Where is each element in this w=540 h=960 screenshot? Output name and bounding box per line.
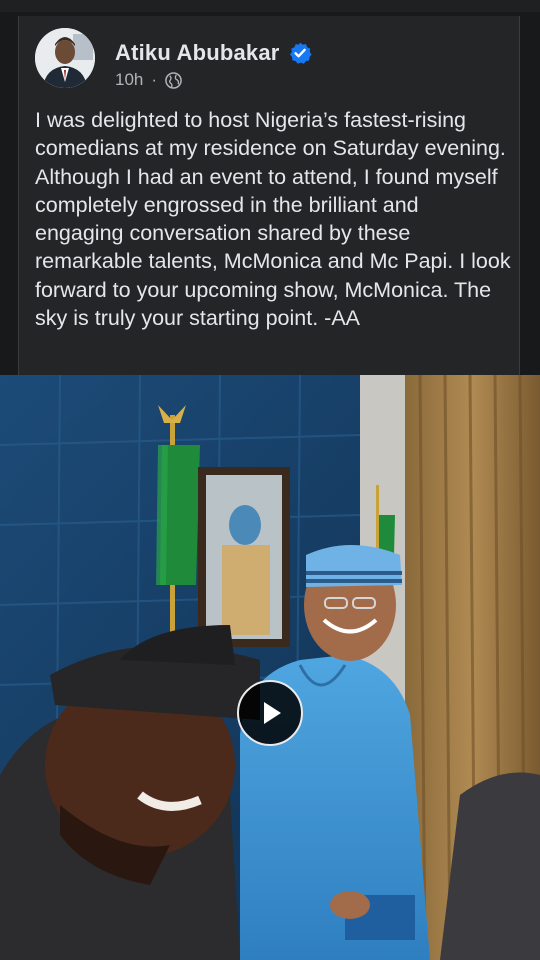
post-card: Atiku Abubakar 10h · I was delighted to … [18, 16, 520, 375]
author-name[interactable]: Atiku Abubakar [115, 40, 280, 66]
post-text: I was delighted to host Nigeria’s fastes… [35, 108, 511, 331]
avatar-photo [35, 28, 95, 88]
globe-icon[interactable] [165, 71, 182, 89]
post-video[interactable] [0, 375, 540, 960]
post-time[interactable]: 10h [115, 70, 143, 90]
play-icon [264, 702, 281, 724]
verified-badge-icon [289, 42, 312, 64]
top-strip [0, 0, 540, 12]
video-thumbnail [0, 375, 540, 960]
meta-separator: · [151, 70, 158, 89]
post-meta: 10h · [115, 70, 182, 90]
author-avatar[interactable] [35, 28, 95, 88]
author-name-row: Atiku Abubakar [115, 40, 312, 66]
video-play-button[interactable] [237, 680, 303, 746]
